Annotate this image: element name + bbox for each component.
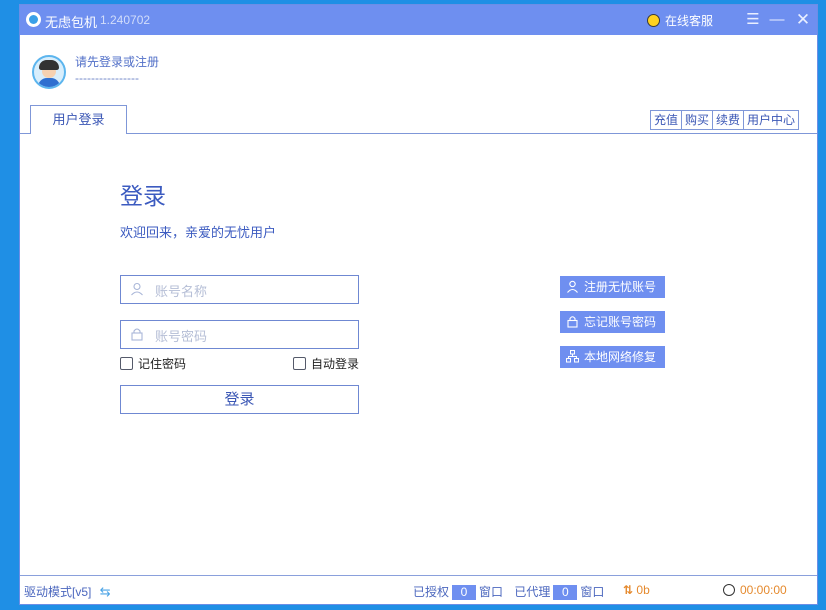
checkbox-box[interactable] — [120, 357, 133, 370]
avatar[interactable] — [32, 55, 66, 89]
user-center-button[interactable]: 用户中心 — [743, 111, 798, 129]
register-account-button[interactable]: 注册无忧账号 — [560, 276, 665, 298]
clock-icon — [723, 584, 735, 596]
welcome-text: 欢迎回来，亲爱的无忧用户 — [120, 225, 277, 240]
window-label: 窗口 — [479, 585, 504, 599]
network-icon — [566, 350, 579, 363]
proxied-count: 0 — [553, 585, 578, 601]
timer-value: 00:00:00 — [740, 583, 787, 597]
transfer-icon: ⇅ — [623, 583, 634, 597]
refresh-icon[interactable]: ⇆ — [100, 584, 111, 600]
network-repair-label: 本地网络修复 — [584, 350, 657, 364]
online-service-button[interactable]: 在线客服 — [647, 12, 713, 29]
authorized-count: 0 — [452, 585, 477, 601]
lock-icon — [567, 316, 578, 328]
traffic-value: 0b — [636, 583, 650, 597]
tab-user-login[interactable]: 用户登录 — [30, 105, 127, 134]
password-field[interactable] — [120, 320, 359, 349]
status-divider — [20, 575, 817, 576]
driver-mode[interactable]: 驱动模式[v5] ⇆ — [24, 583, 111, 600]
driver-mode-label: 驱动模式[v5] — [24, 585, 92, 599]
app-version: 1.240702 — [100, 13, 151, 27]
lock-icon — [131, 328, 143, 341]
password-input[interactable] — [153, 325, 352, 347]
purchase-button[interactable]: 购买 — [681, 111, 712, 129]
menu-icon[interactable]: ☰ — [744, 11, 762, 29]
auto-login-checkbox[interactable]: 自动登录 — [293, 355, 359, 372]
status-authorized: 已授权 0 窗口 已代理 0 窗口 — [413, 583, 605, 601]
remember-password-checkbox[interactable]: 记住密码 — [120, 355, 186, 372]
session-timer: 00:00:00 — [723, 583, 787, 597]
window-label: 窗口 — [580, 585, 605, 599]
forgot-password-button[interactable]: 忘记账号密码 — [560, 311, 665, 333]
online-service-label: 在线客服 — [665, 14, 714, 28]
network-repair-button[interactable]: 本地网络修复 — [560, 346, 665, 368]
tab-divider — [20, 133, 817, 134]
authorized-label: 已授权 — [413, 585, 450, 599]
login-button[interactable]: 登录 — [120, 385, 359, 414]
forgot-password-label: 忘记账号密码 — [584, 315, 657, 329]
checkbox-box[interactable] — [293, 357, 306, 370]
login-heading: 登录 — [120, 183, 166, 209]
close-icon[interactable]: ✕ — [794, 11, 812, 29]
remember-password-label: 记住密码 — [138, 357, 187, 371]
renew-button[interactable]: 续费 — [712, 111, 743, 129]
minimize-icon[interactable]: — — [768, 11, 786, 29]
register-account-label: 注册无忧账号 — [584, 280, 657, 294]
username-field[interactable] — [120, 275, 359, 304]
app-window: 无虑包机 1.240702 在线客服 ☰ — ✕ 请先登录或注册 -------… — [19, 4, 818, 605]
user-icon — [567, 280, 578, 293]
username-placeholder-line: ---------------- — [75, 71, 139, 85]
recharge-button[interactable]: 充值 — [651, 111, 681, 129]
headset-icon — [647, 14, 660, 27]
proxied-label: 已代理 — [514, 585, 551, 599]
top-menu: 充值 购买 续费 用户中心 — [650, 110, 800, 130]
traffic-indicator: ⇅ 0b — [623, 583, 650, 597]
login-register-link[interactable]: 请先登录或注册 — [75, 53, 159, 70]
app-logo-icon — [26, 12, 41, 27]
auto-login-label: 自动登录 — [311, 357, 360, 371]
title-bar[interactable]: 无虑包机 1.240702 在线客服 ☰ — ✕ — [20, 5, 817, 35]
user-icon — [131, 282, 143, 296]
username-input[interactable] — [153, 280, 352, 302]
app-title: 无虑包机 — [45, 15, 98, 30]
